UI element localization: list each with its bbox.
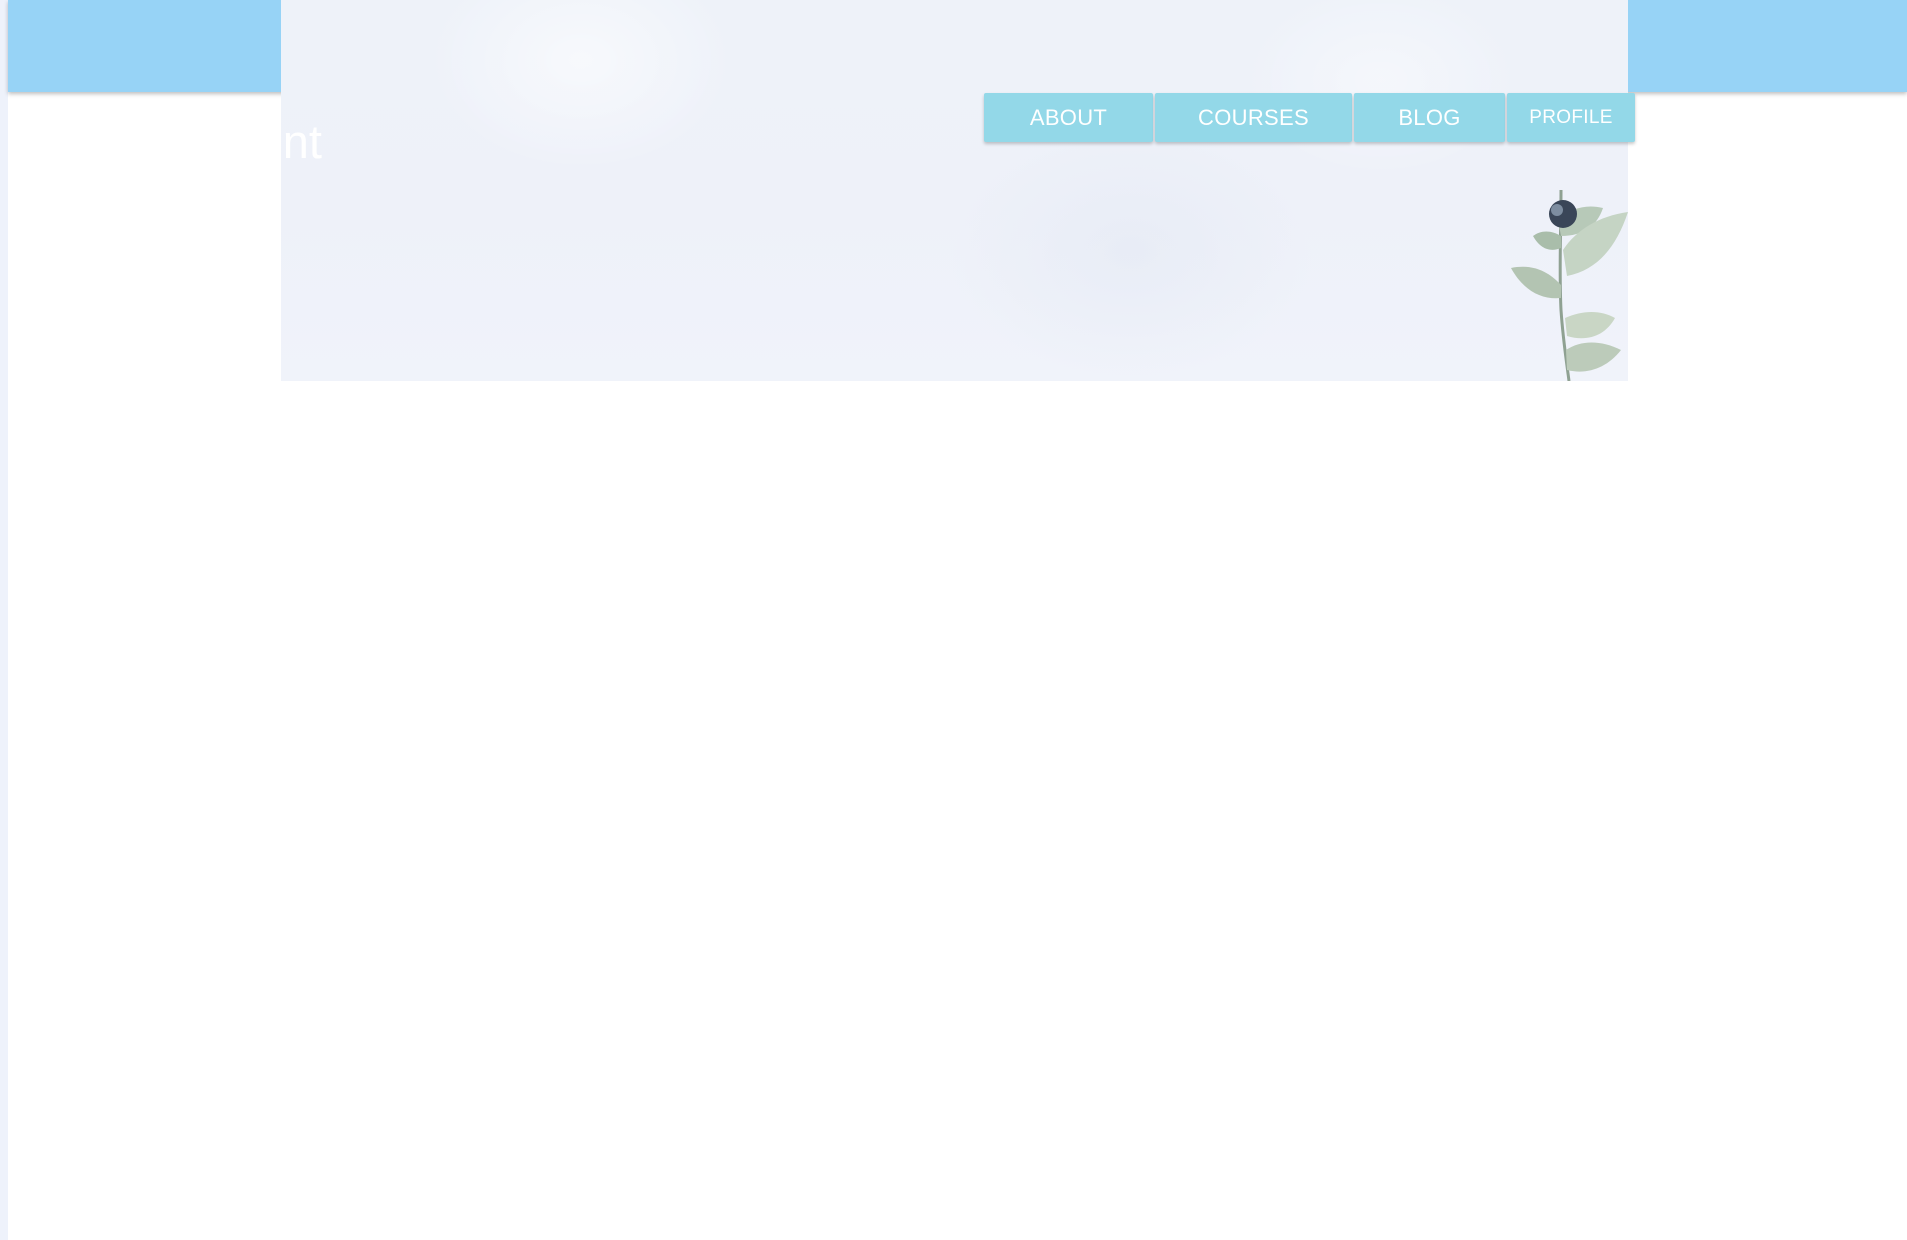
nav-courses-button[interactable]: COURSES <box>1155 93 1352 142</box>
hero-banner <box>281 0 1628 381</box>
brand-title-text: nt <box>282 115 322 168</box>
nav-about-button[interactable]: ABOUT <box>984 93 1153 142</box>
brand-title: nt <box>270 110 322 170</box>
nav-blog-button[interactable]: BLOG <box>1354 93 1505 142</box>
left-edge-strip <box>0 0 8 1240</box>
main-nav: ABOUT COURSES BLOG PROFILE <box>984 93 1635 142</box>
nav-profile-button[interactable]: PROFILE <box>1507 93 1635 142</box>
eucalyptus-plant-icon <box>1511 190 1628 381</box>
